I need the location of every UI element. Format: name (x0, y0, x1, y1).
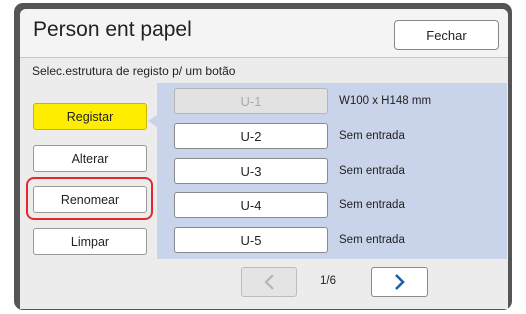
panel-pointer (148, 115, 157, 127)
slot-info-u2: Sem entrada (339, 130, 405, 142)
slot-info-u5: Sem entrada (339, 234, 405, 246)
slot-button-u4[interactable]: U-4 (174, 192, 328, 218)
change-button[interactable]: Alterar (33, 145, 147, 172)
paper-entry-screen: Person ent papel Fechar Selec.estrutura … (20, 9, 508, 309)
slot-button-u1[interactable]: U-1 (174, 88, 328, 114)
chevron-right-icon (394, 274, 405, 290)
slot-button-u2[interactable]: U-2 (174, 123, 328, 149)
rename-highlight-frame (26, 177, 153, 220)
slot-button-u5[interactable]: U-5 (174, 227, 328, 253)
page-title: Person ent papel (33, 18, 192, 41)
slot-info-u4: Sem entrada (339, 199, 405, 211)
slot-info-u1: W100 x H148 mm (339, 95, 432, 107)
slot-list-panel: U-1 W100 x H148 mm U-2 Sem entrada U-3 S… (157, 83, 507, 259)
title-bar: Person ent papel Fechar (20, 9, 508, 58)
instruction-text: Selec.estrutura de registo p/ um botão (32, 64, 236, 78)
previous-page-button[interactable] (241, 267, 297, 297)
slot-button-u3[interactable]: U-3 (174, 158, 328, 184)
next-page-button[interactable] (371, 267, 428, 297)
close-button[interactable]: Fechar (394, 20, 499, 50)
slot-info-u3: Sem entrada (339, 165, 405, 177)
register-button[interactable]: Registar (33, 103, 147, 130)
clear-button[interactable]: Limpar (33, 228, 147, 255)
chevron-left-icon (264, 274, 274, 290)
page-indicator: 1/6 (320, 275, 336, 287)
